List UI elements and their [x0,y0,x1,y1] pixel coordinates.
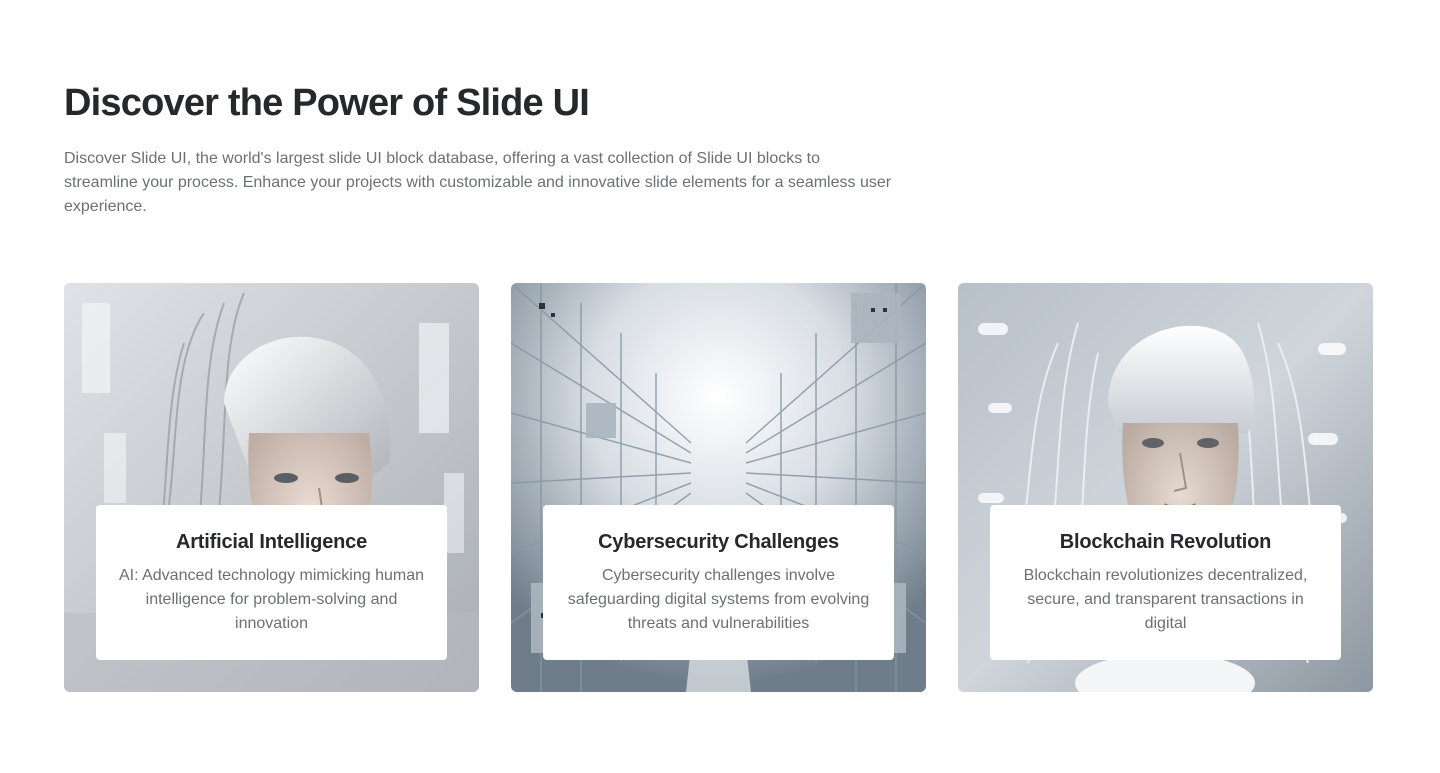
features-section: Discover the Power of Slide UI Discover … [0,0,1440,773]
card-artificial-intelligence[interactable]: Artificial Intelligence AI: Advanced tec… [64,283,479,692]
card-description: AI: Advanced technology mimicking human … [118,567,425,632]
card-content: Cybersecurity Challenges Cybersecurity c… [543,505,894,660]
card-title: Blockchain Revolution [1059,531,1272,553]
card-blockchain-revolution[interactable]: Blockchain Revolution Blockchain revolut… [958,283,1373,692]
section-title: Discover the Power of Slide UI [64,82,590,124]
card-cybersecurity-challenges[interactable]: Cybersecurity Challenges Cybersecurity c… [511,283,926,692]
card-title: Cybersecurity Challenges [598,531,839,553]
card-title: Artificial Intelligence [175,531,367,553]
card-content: Artificial Intelligence AI: Advanced tec… [96,505,447,660]
section-description: Discover Slide UI, the world's largest s… [64,150,892,215]
card-description: Cybersecurity challenges involve safegua… [567,567,870,632]
card-grid: Artificial Intelligence AI: Advanced tec… [64,283,1373,692]
card-description: Blockchain revolutionizes decentralized,… [1023,567,1308,632]
card-content: Blockchain Revolution Blockchain revolut… [990,505,1341,660]
